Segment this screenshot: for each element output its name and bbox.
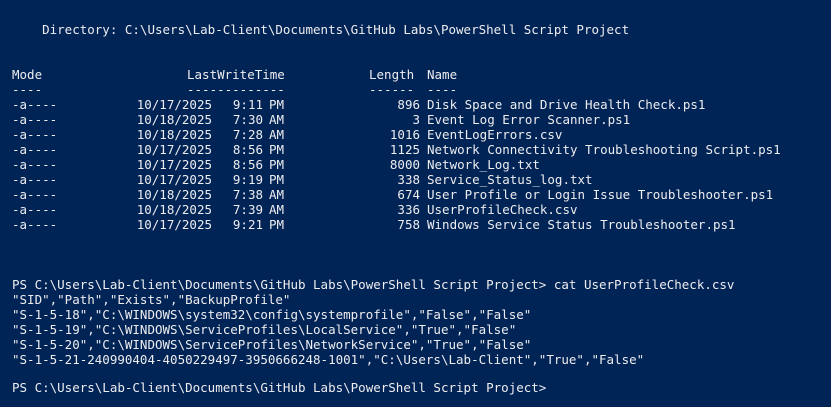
csv-line: "S-1-5-21-240990404-4050229497-395066624… bbox=[12, 352, 645, 367]
file-time: 7:38 bbox=[232, 187, 263, 202]
file-ampm: PM bbox=[269, 142, 285, 157]
file-mode: -a---- bbox=[12, 127, 58, 142]
length-header: Length bbox=[369, 67, 415, 82]
csv-line: "S-1-5-19","C:\WINDOWS\ServiceProfiles\L… bbox=[12, 322, 517, 337]
file-date: 10/17/2025 bbox=[136, 97, 212, 112]
file-mode: -a---- bbox=[12, 97, 58, 112]
file-name: EventLogErrors.csv bbox=[427, 127, 563, 142]
command-line: PS C:\Users\Lab-Client\Documents\GitHub … bbox=[12, 277, 735, 292]
listing-header-rule-row: ---- ------------- ------ ---- bbox=[12, 82, 457, 97]
file-name: User Profile or Login Issue Troubleshoot… bbox=[427, 187, 774, 202]
file-name: Service_Status_log.txt bbox=[427, 172, 593, 187]
file-mode: -a---- bbox=[12, 172, 58, 187]
prompt-line[interactable]: PS C:\Users\Lab-Client\Documents\GitHub … bbox=[12, 380, 546, 395]
file-time: 8:56 bbox=[232, 157, 263, 172]
file-mode: -a---- bbox=[12, 112, 58, 127]
file-length: 338 bbox=[397, 172, 420, 187]
mode-rule: ---- bbox=[12, 82, 43, 97]
file-length: 758 bbox=[397, 217, 420, 232]
file-ampm: AM bbox=[269, 202, 285, 217]
listing-header-row: Mode LastWriteTime Length Name bbox=[12, 67, 457, 82]
file-date: 10/18/2025 bbox=[136, 127, 212, 142]
file-date: 10/17/2025 bbox=[136, 142, 212, 157]
file-ampm: PM bbox=[269, 157, 285, 172]
file-length: 1125 bbox=[389, 142, 420, 157]
file-ampm: PM bbox=[269, 97, 285, 112]
file-ampm: AM bbox=[269, 127, 285, 142]
file-length: 336 bbox=[397, 202, 420, 217]
file-name: Network Connectivity Troubleshooting Scr… bbox=[427, 142, 781, 157]
file-ampm: PM bbox=[269, 217, 285, 232]
file-time: 7:28 bbox=[232, 127, 263, 142]
file-time: 9:11 bbox=[232, 97, 263, 112]
file-date: 10/18/2025 bbox=[136, 112, 212, 127]
file-time: 9:19 bbox=[232, 172, 263, 187]
file-length: 1016 bbox=[389, 127, 420, 142]
file-name: Disk Space and Drive Health Check.ps1 bbox=[427, 97, 706, 112]
mode-header: Mode bbox=[12, 67, 43, 82]
file-name: Event Log Error Scanner.ps1 bbox=[427, 112, 631, 127]
file-date: 10/18/2025 bbox=[136, 187, 212, 202]
file-length: 896 bbox=[397, 97, 420, 112]
file-time: 8:56 bbox=[232, 142, 263, 157]
file-date: 10/18/2025 bbox=[136, 202, 212, 217]
file-mode: -a---- bbox=[12, 187, 58, 202]
powershell-console[interactable]: Directory: C:\Users\Lab-Client\Documents… bbox=[0, 0, 831, 407]
file-time: 9:21 bbox=[232, 217, 263, 232]
file-name: UserProfileCheck.csv bbox=[427, 202, 578, 217]
file-name: Windows Service Status Troubleshooter.ps… bbox=[427, 217, 736, 232]
file-ampm: AM bbox=[269, 187, 285, 202]
directory-line: Directory: C:\Users\Lab-Client\Documents… bbox=[12, 22, 630, 37]
file-length: 8000 bbox=[389, 157, 420, 172]
file-ampm: PM bbox=[269, 172, 285, 187]
file-ampm: AM bbox=[269, 112, 285, 127]
csv-line: "S-1-5-20","C:\WINDOWS\ServiceProfiles\N… bbox=[12, 337, 532, 352]
file-mode: -a---- bbox=[12, 217, 58, 232]
name-header: Name bbox=[427, 67, 458, 82]
file-length: 674 bbox=[397, 187, 420, 202]
file-date: 10/17/2025 bbox=[136, 157, 212, 172]
file-date: 10/17/2025 bbox=[136, 217, 212, 232]
file-mode: -a---- bbox=[12, 202, 58, 217]
file-length: 3 bbox=[412, 112, 420, 127]
lastwritetime-rule: ------------- bbox=[187, 82, 285, 97]
file-time: 7:30 bbox=[232, 112, 263, 127]
file-time: 7:39 bbox=[232, 202, 263, 217]
length-rule: ------ bbox=[369, 82, 415, 97]
file-mode: -a---- bbox=[12, 142, 58, 157]
csv-line: "S-1-5-18","C:\WINDOWS\system32\config\s… bbox=[12, 307, 532, 322]
file-name: Network_Log.txt bbox=[427, 157, 540, 172]
lastwritetime-header: LastWriteTime bbox=[187, 67, 285, 82]
csv-line: "SID","Path","Exists","BackupProfile" bbox=[12, 292, 291, 307]
name-rule: ---- bbox=[427, 82, 458, 97]
file-mode: -a---- bbox=[12, 157, 58, 172]
file-date: 10/17/2025 bbox=[136, 172, 212, 187]
